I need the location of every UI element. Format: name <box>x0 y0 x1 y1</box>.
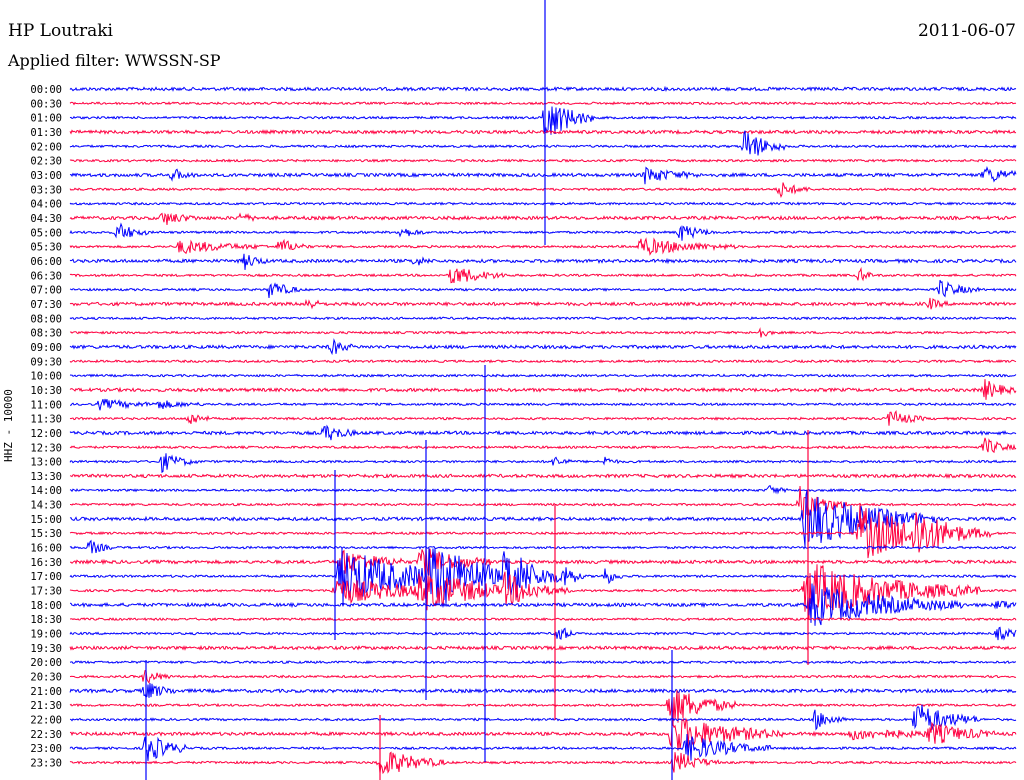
tick-label: 10:30 <box>30 385 62 397</box>
trace-row <box>69 424 1017 441</box>
trace-row <box>69 279 1017 299</box>
tick-label: 22:00 <box>30 715 62 727</box>
trace-row <box>69 504 1017 559</box>
tick-label: 22:30 <box>30 729 62 741</box>
tick-label: 02:30 <box>30 156 62 168</box>
tick-label: 02:00 <box>30 141 62 153</box>
tick-label: 11:30 <box>30 414 62 426</box>
tick-label: 01:00 <box>30 113 62 125</box>
trace-row <box>69 166 1017 185</box>
tick-label: 09:00 <box>30 342 62 354</box>
tick-label: 13:00 <box>30 457 62 469</box>
trace-row <box>69 409 1017 426</box>
tick-label: 03:00 <box>30 170 62 182</box>
tick-label: 20:00 <box>30 657 62 669</box>
trace-row <box>69 182 1017 198</box>
tick-label: 14:00 <box>30 485 62 497</box>
tick-label: 03:30 <box>30 184 62 196</box>
trace-row <box>69 237 1017 256</box>
tick-label: 11:00 <box>30 399 62 411</box>
tick-label: 00:00 <box>30 84 62 96</box>
tick-label: 21:00 <box>30 686 62 698</box>
tick-label: 09:30 <box>30 356 62 368</box>
tick-label: 01:30 <box>30 127 62 139</box>
tick-label: 21:30 <box>30 700 62 712</box>
trace-row <box>69 297 1017 310</box>
tick-label: 06:30 <box>30 270 62 282</box>
tick-label: 04:30 <box>30 213 62 225</box>
trace-row <box>69 472 1017 479</box>
trace-row <box>69 437 1017 454</box>
trace-row <box>69 379 1017 400</box>
trace-row <box>69 751 1017 775</box>
trace-row <box>69 660 1016 665</box>
tick-label: 18:00 <box>30 600 62 612</box>
tick-label: 07:00 <box>30 285 62 297</box>
trace-row <box>69 212 1017 225</box>
tick-label: 12:00 <box>30 428 62 440</box>
tick-label: 06:00 <box>30 256 62 268</box>
tick-label: 13:30 <box>30 471 62 483</box>
trace-row <box>69 484 1017 495</box>
tick-label: 08:30 <box>30 328 62 340</box>
trace-row <box>69 669 1017 684</box>
tick-label: 14:30 <box>30 500 62 512</box>
trace-row <box>69 338 1017 356</box>
trace-row <box>69 253 1017 270</box>
trace-row <box>69 129 1017 135</box>
trace-row <box>69 85 1017 93</box>
tick-label: 16:00 <box>30 543 62 555</box>
trace-row <box>69 316 1017 321</box>
tick-label: 23:00 <box>30 743 62 755</box>
tick-label: 20:30 <box>30 672 62 684</box>
tick-label: 08:00 <box>30 313 62 325</box>
trace-row <box>69 359 1017 364</box>
tick-label: 05:00 <box>30 227 62 239</box>
tick-label: 16:30 <box>30 557 62 569</box>
tick-label: 19:30 <box>30 643 62 655</box>
tick-label: 17:30 <box>30 586 62 598</box>
tick-label: 19:00 <box>30 629 62 641</box>
trace-row <box>69 373 1017 378</box>
trace-row <box>69 717 1017 751</box>
time-tick-labels: 00:00 00:30 01:00 01:30 02:00 02:30 03:00 03:30… <box>30 84 62 770</box>
tick-label: 15:30 <box>30 528 62 540</box>
trace-row <box>69 733 1017 762</box>
trace-row <box>69 106 1017 135</box>
tick-label: 00:30 <box>30 98 62 110</box>
tick-label: 18:30 <box>30 614 62 626</box>
trace-row <box>69 327 1016 338</box>
helicorder-plot: 00:00 00:30 01:00 01:30 02:00 02:30 03:00 03:30… <box>30 0 1017 780</box>
trace-row <box>69 158 1017 163</box>
tick-label: 05:30 <box>30 242 62 254</box>
trace-rows <box>69 85 1017 775</box>
trace-row <box>69 626 1017 641</box>
tick-label: 15:00 <box>30 514 62 526</box>
trace-row <box>69 453 1017 474</box>
trace-row <box>69 704 1017 731</box>
trace-row <box>69 130 1017 156</box>
trace-row <box>69 101 1017 106</box>
trace-row <box>69 266 1017 284</box>
tick-label: 10:00 <box>30 371 62 383</box>
tick-label: 23:30 <box>30 758 62 770</box>
trace-row <box>69 617 1017 622</box>
trace-row <box>69 222 1017 241</box>
trace-row <box>69 683 1017 698</box>
trace-row <box>70 398 1017 411</box>
tick-label: 04:00 <box>30 199 62 211</box>
tick-label: 07:30 <box>30 299 62 311</box>
trace-row <box>69 201 1017 206</box>
trace-row <box>69 644 1017 651</box>
tick-label: 17:00 <box>30 571 62 583</box>
tick-label: 12:30 <box>30 442 62 454</box>
